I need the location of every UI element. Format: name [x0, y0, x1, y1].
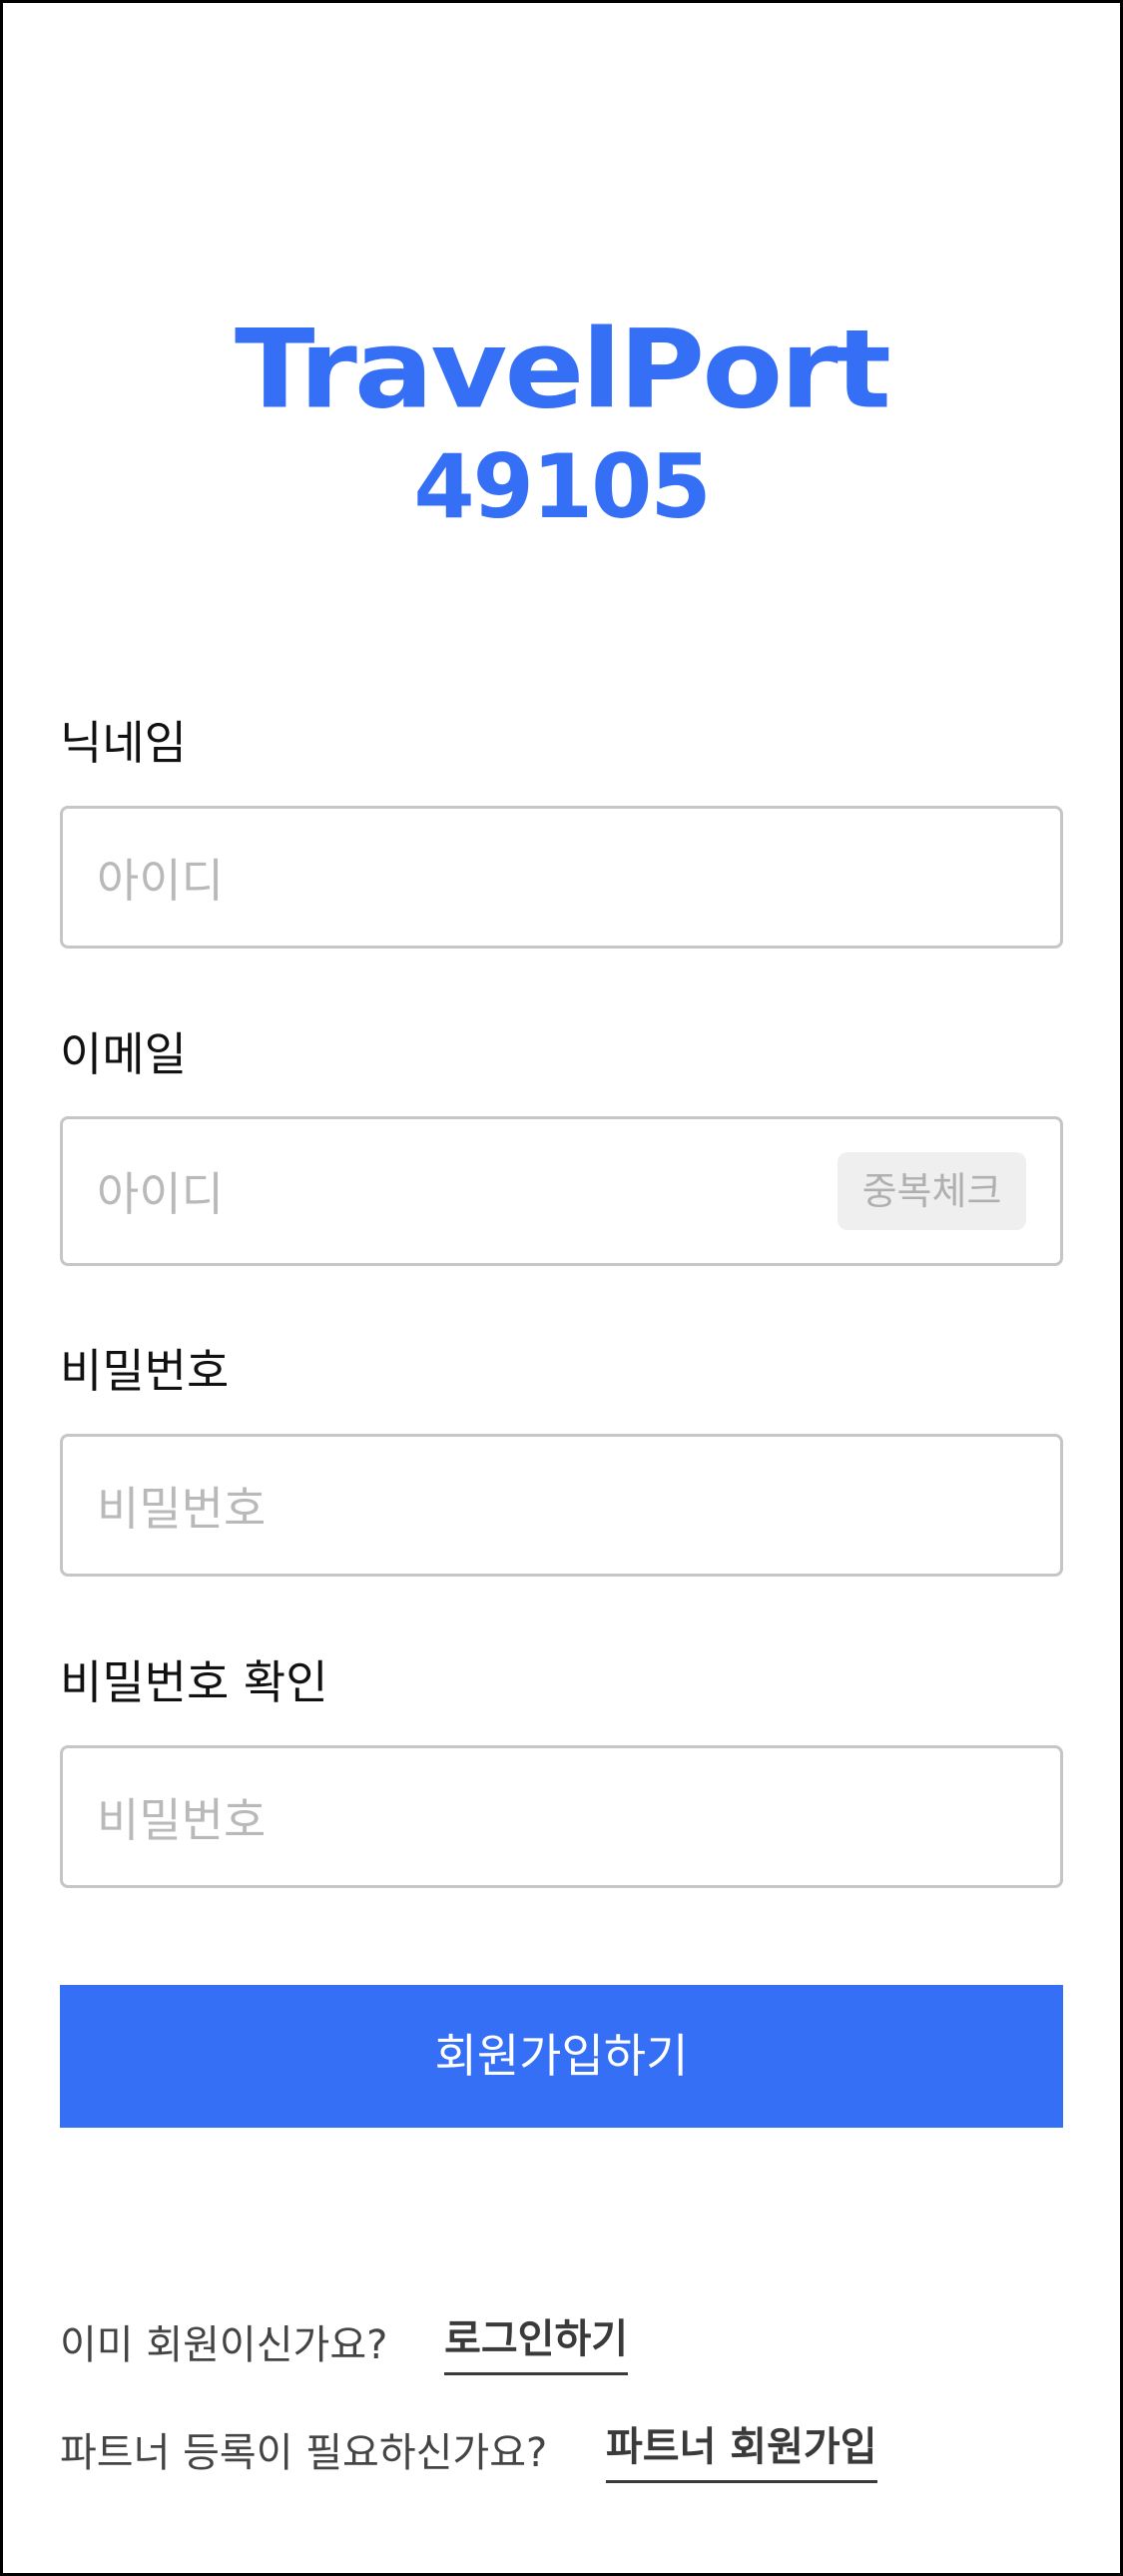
- partner-prompt-row: 파트너 등록이 필요하신가요? 파트너 회원가입: [60, 2414, 877, 2483]
- password-confirm-placeholder: 비밀번호: [97, 1792, 267, 1847]
- nickname-placeholder: 아이디: [97, 853, 224, 908]
- signup-button[interactable]: 회원가입하기: [60, 1985, 1063, 2128]
- password-confirm-input[interactable]: 비밀번호: [60, 1745, 1063, 1888]
- email-placeholder: 아이디: [97, 1167, 224, 1221]
- app-logo-title: TravelPort: [235, 306, 891, 433]
- app-logo-code: 49105: [413, 435, 711, 538]
- login-link[interactable]: 로그인하기: [444, 2306, 629, 2375]
- partner-signup-link[interactable]: 파트너 회원가입: [605, 2414, 877, 2483]
- login-question: 이미 회원이신가요?: [60, 2321, 388, 2368]
- email-label: 이메일: [60, 1027, 187, 1081]
- nickname-label: 닉네임: [60, 716, 187, 770]
- password-placeholder: 비밀번호: [97, 1481, 267, 1536]
- partner-question: 파트너 등록이 필요하신가요?: [60, 2429, 548, 2476]
- password-input[interactable]: 비밀번호: [60, 1434, 1063, 1577]
- password-label: 비밀번호: [60, 1344, 230, 1398]
- email-input[interactable]: 아이디 중복체크: [60, 1116, 1063, 1266]
- duplicate-check-button[interactable]: 중복체크: [838, 1152, 1026, 1230]
- login-prompt-row: 이미 회원이신가요? 로그인하기: [60, 2306, 629, 2375]
- nickname-input[interactable]: 아이디: [60, 806, 1063, 949]
- password-confirm-label: 비밀번호 확인: [60, 1655, 328, 1709]
